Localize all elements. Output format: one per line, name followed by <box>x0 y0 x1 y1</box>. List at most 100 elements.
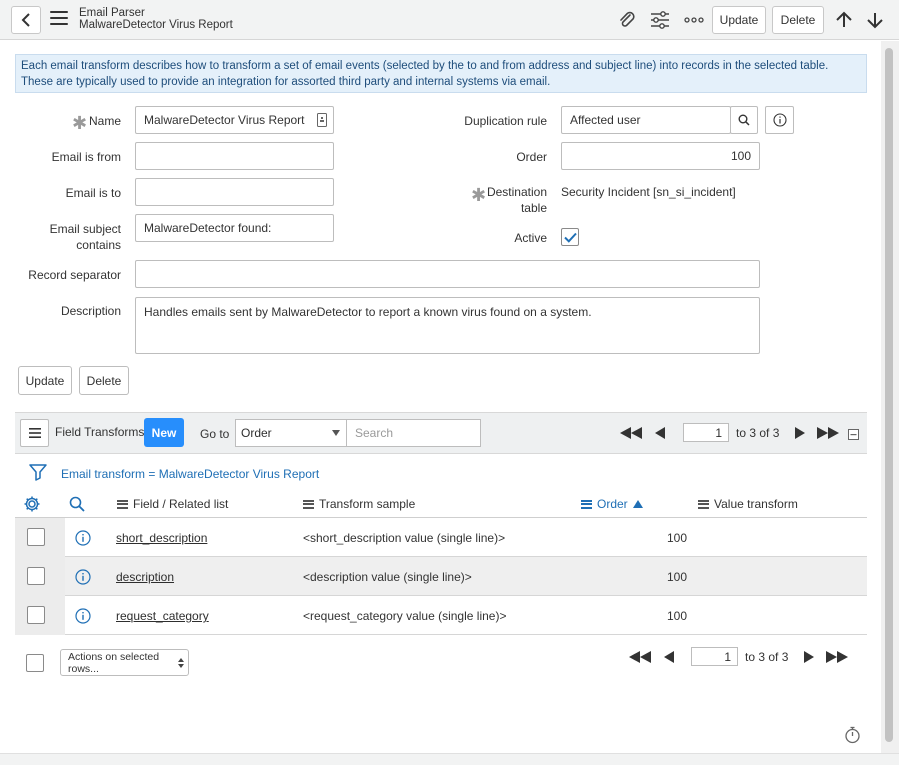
new-button[interactable]: New <box>144 418 184 447</box>
scrollbar-thumb[interactable] <box>885 48 893 742</box>
arrow-down-icon[interactable] <box>864 9 886 31</box>
more-icon[interactable] <box>683 9 705 31</box>
email-to-field[interactable] <box>135 178 334 206</box>
row-info-icon[interactable] <box>75 530 91 546</box>
row-checkbox[interactable] <box>27 606 45 624</box>
row-order: 100 <box>667 609 688 623</box>
active-checkbox[interactable] <box>561 228 579 246</box>
bottom-strip <box>0 753 899 765</box>
prev-page-icon[interactable] <box>655 426 665 440</box>
row-info-icon[interactable] <box>75 608 91 624</box>
description-field[interactable]: Handles emails sent by MalwareDetector t… <box>135 297 760 354</box>
footer-prev-page-icon[interactable] <box>664 650 674 664</box>
subject-field[interactable]: MalwareDetector found: <box>135 214 334 242</box>
arrow-up-icon[interactable] <box>833 9 855 31</box>
name-field[interactable]: MalwareDetector Virus Report <box>135 106 334 134</box>
destination-label-line1: Destination <box>486 185 547 199</box>
column-header-sample[interactable]: Transform sample <box>303 497 415 511</box>
breadcrumb: Email Parser <box>79 7 145 19</box>
destination-table-value: Security Incident [sn_si_incident] <box>561 185 736 199</box>
column-label: Field / Related list <box>133 497 229 511</box>
name-value: MalwareDetector Virus Report <box>144 113 305 127</box>
sort-ascending-icon <box>632 500 643 508</box>
sliders-icon[interactable] <box>649 9 671 31</box>
gear-icon[interactable] <box>23 495 41 513</box>
translation-icon[interactable] <box>317 113 327 127</box>
stopwatch-icon[interactable] <box>844 726 861 744</box>
paperclip-icon[interactable] <box>616 9 638 31</box>
record-separator-field[interactable] <box>135 260 760 288</box>
subject-label-line2: contains <box>76 238 121 252</box>
email-to-label: Email is to <box>65 186 121 200</box>
column-header-value-transform[interactable]: Value transform <box>698 497 798 511</box>
actions-select[interactable]: Actions on selected rows... <box>60 649 189 676</box>
update-button[interactable]: Update <box>18 366 72 395</box>
related-list-title: Field Transforms <box>55 425 145 439</box>
row-checkbox[interactable] <box>27 528 45 546</box>
column-menu-icon[interactable] <box>581 499 592 509</box>
footer-last-page-icon[interactable] <box>826 650 848 664</box>
column-label: Value transform <box>714 497 798 511</box>
search-input[interactable]: Search <box>346 419 481 447</box>
column-header-order[interactable]: Order <box>581 497 643 511</box>
goto-select-value: Order <box>241 426 272 440</box>
footer-page-range: to 3 of 3 <box>745 650 789 664</box>
row-checkbox[interactable] <box>27 567 45 585</box>
destination-table-label: Destination table <box>480 184 547 216</box>
list-menu-button[interactable] <box>20 419 49 447</box>
destination-label-line2: table <box>520 201 547 215</box>
collapse-icon[interactable] <box>848 427 859 441</box>
description-label: Description <box>60 304 121 318</box>
row-field-link[interactable]: short_description <box>116 531 207 545</box>
order-label: Order <box>516 150 547 164</box>
column-header-field[interactable]: Field / Related list <box>117 497 228 511</box>
back-icon <box>21 13 30 27</box>
row-order: 100 <box>667 570 688 584</box>
active-label: Active <box>514 231 547 245</box>
row-field-link[interactable]: description <box>116 570 174 584</box>
filter-breadcrumb[interactable]: Email transform = MalwareDetector Virus … <box>61 467 319 481</box>
row-info-icon[interactable] <box>75 569 91 585</box>
menu-icon <box>28 428 41 438</box>
column-menu-icon[interactable] <box>698 499 709 509</box>
row-sample: <description value (single line)> <box>303 570 472 584</box>
filter-icon[interactable] <box>29 463 47 481</box>
column-label: Order <box>597 497 628 511</box>
checkmark-icon <box>563 232 577 243</box>
menu-icon[interactable] <box>50 11 68 25</box>
header-delete-button[interactable]: Delete <box>772 6 824 34</box>
select-all-checkbox[interactable] <box>26 654 44 672</box>
goto-select[interactable]: Order <box>235 419 347 447</box>
record-separator-label: Record separator <box>28 268 121 282</box>
goto-label: Go to <box>200 427 230 441</box>
footer-first-page-icon[interactable] <box>629 650 651 664</box>
next-page-icon[interactable] <box>795 426 805 440</box>
actions-select-value: Actions on selected rows... <box>68 650 160 675</box>
email-from-field[interactable] <box>135 142 334 170</box>
last-page-icon[interactable] <box>817 426 839 440</box>
search-icon <box>738 114 750 126</box>
table-search-icon[interactable] <box>69 496 85 512</box>
back-button[interactable] <box>11 6 41 34</box>
duplication-rule-field[interactable]: Affected user <box>561 106 731 134</box>
page-input[interactable]: 1 <box>683 423 729 442</box>
lookup-button[interactable] <box>730 106 758 134</box>
order-field[interactable]: 100 <box>561 142 760 170</box>
row-sample: <short_description value (single line)> <box>303 531 506 545</box>
first-page-icon[interactable] <box>620 426 642 440</box>
updown-caret-icon <box>178 658 184 668</box>
column-menu-icon[interactable] <box>303 499 314 509</box>
delete-button[interactable]: Delete <box>79 366 129 395</box>
column-label: Transform sample <box>319 497 416 511</box>
footer-next-page-icon[interactable] <box>804 650 814 664</box>
subject-label-line1: Email subject <box>49 222 121 236</box>
page-title: Email Parser MalwareDetector Virus Repor… <box>79 7 233 31</box>
header-update-button[interactable]: Update <box>712 6 766 34</box>
info-banner: Each email transform describes how to tr… <box>15 54 867 93</box>
footer-page-input[interactable]: 1 <box>691 647 738 666</box>
reference-info-button[interactable] <box>765 106 794 134</box>
duplication-rule-label: Duplication rule <box>464 114 547 128</box>
info-icon <box>772 113 787 127</box>
row-field-link[interactable]: request_category <box>116 609 209 623</box>
column-menu-icon[interactable] <box>117 499 128 509</box>
